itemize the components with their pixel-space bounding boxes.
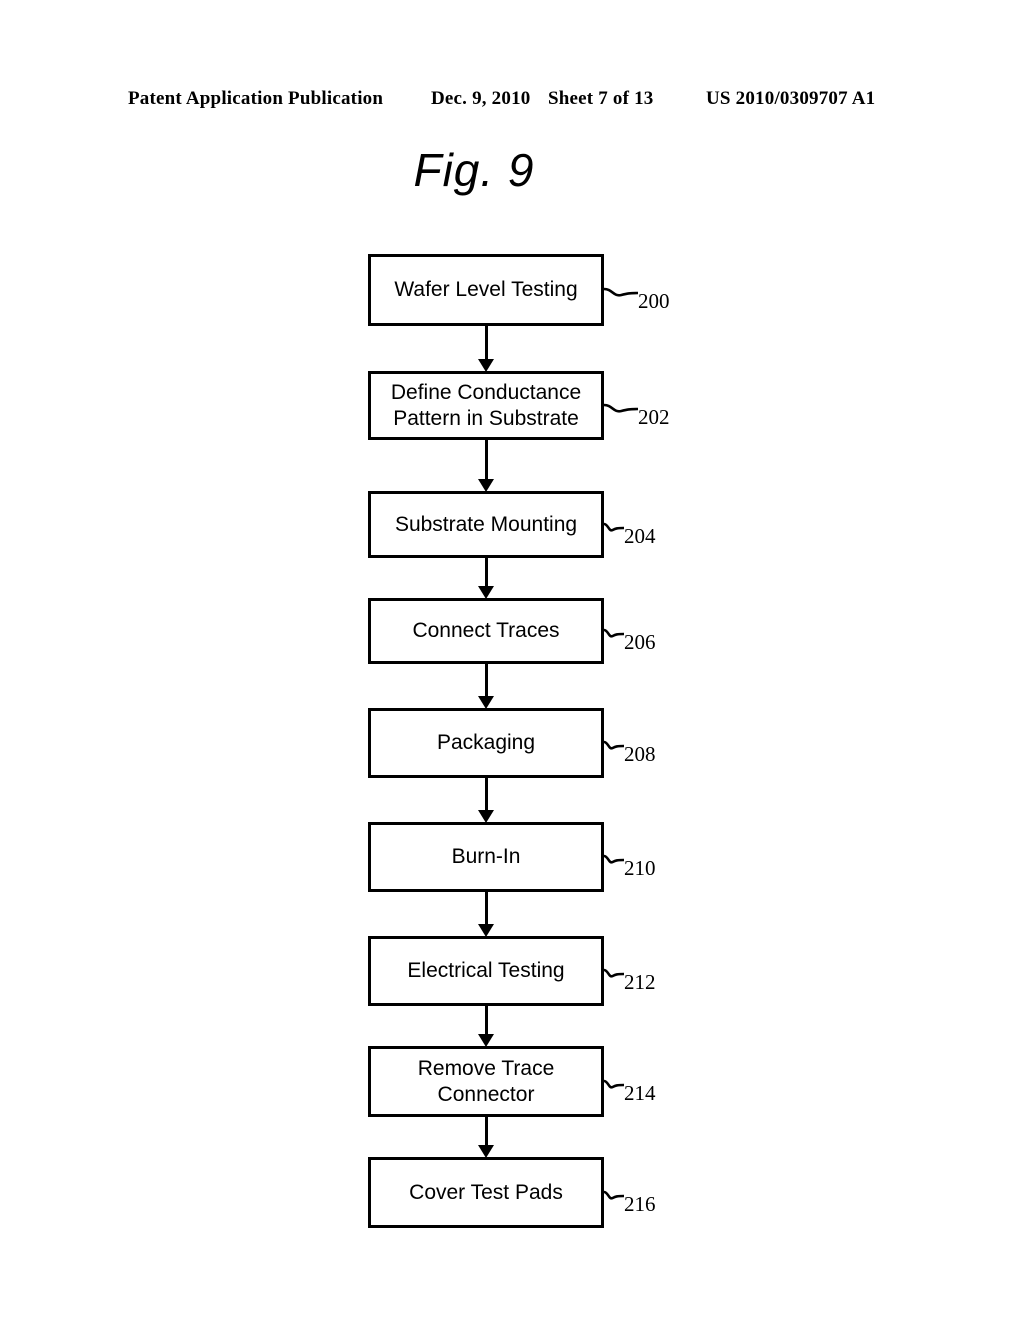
flow-node-204: Substrate Mounting [368,491,604,558]
flow-node-label-204: Substrate Mounting [394,512,578,536]
reference-number-210: 210 [624,856,656,880]
flow-connector-208-to-210 [484,778,488,811]
reference-number-206: 206 [624,630,656,654]
flow-arrowhead-206-to-208 [478,696,494,709]
reference-leader-200 [604,287,638,297]
flow-arrowhead-204-to-206 [478,586,494,599]
flow-node-label-212: Electrical Testing [407,959,565,982]
flow-node-208: Packaging [368,708,604,778]
flow-connector-202-to-204 [484,440,488,480]
flow-arrowhead-208-to-210 [478,810,494,823]
flow-node-200: Wafer Level Testing [368,254,604,326]
reference-leader-202 [604,403,638,413]
flow-node-210: Burn-In [368,822,604,892]
flow-connector-204-to-206 [484,558,488,587]
flow-node-212: Electrical Testing [368,936,604,1006]
reference-number-214: 214 [624,1080,656,1105]
flow-node-label-200: Wafer Level Testing [394,278,578,301]
reference-number-202: 202 [638,404,670,429]
reference-leader-216 [604,1190,624,1200]
reference-leader-210 [604,854,624,864]
reference-leader-204 [604,522,624,532]
flow-node-label-202: Define Conductance Pattern in Substrate [390,380,582,430]
flow-arrowhead-214-to-216 [478,1145,494,1158]
reference-number-212: 212 [624,970,656,994]
flow-connector-200-to-202 [484,326,488,360]
flow-node-label-210: Burn-In [451,845,521,868]
flow-node-label-216: Cover Test Pads [409,1180,563,1204]
flow-arrowhead-202-to-204 [478,479,494,492]
reference-leader-212 [604,968,624,978]
flow-node-label-208: Packaging [436,731,536,754]
flow-arrowhead-212-to-214 [478,1034,494,1047]
reference-leader-214 [604,1079,624,1089]
flow-connector-206-to-208 [484,664,488,697]
flow-connector-212-to-214 [484,1006,488,1035]
flow-connector-210-to-212 [484,892,488,925]
flow-node-label-214: Remove Trace Connector [417,1056,555,1106]
flow-node-206: Connect Traces [368,598,604,664]
flow-node-216: Cover Test Pads [368,1157,604,1228]
flowchart-diagram: Wafer Level Testing 200 Define Conductance… [0,0,1024,1320]
flow-arrowhead-200-to-202 [478,359,494,372]
reference-leader-208 [604,740,624,750]
flow-connector-214-to-216 [484,1117,488,1146]
reference-number-200: 200 [638,289,670,313]
reference-number-208: 208 [624,742,656,766]
flow-arrowhead-210-to-212 [478,924,494,937]
flow-node-214: Remove Trace Connector [368,1046,604,1117]
flow-node-label-206: Connect Traces [412,619,560,642]
reference-number-216: 216 [624,1191,656,1216]
flow-node-202: Define Conductance Pattern in Substrate [368,371,604,440]
reference-leader-206 [604,628,624,638]
reference-number-204: 204 [624,523,656,548]
